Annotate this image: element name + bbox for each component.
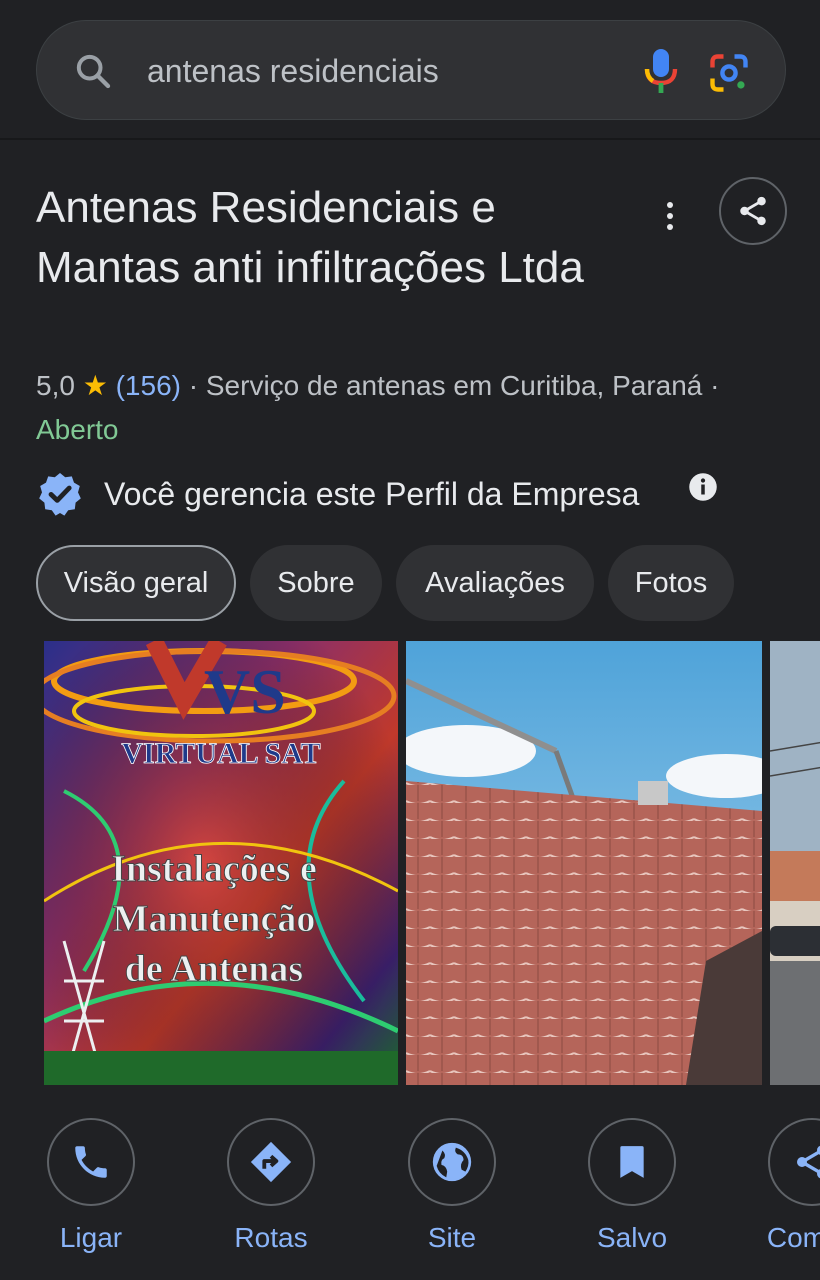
tab-about[interactable]: Sobre (250, 545, 382, 621)
mic-icon[interactable] (641, 47, 681, 95)
share-icon (740, 196, 766, 226)
website-label: Site (427, 1222, 477, 1253)
share-circle[interactable] (768, 1118, 820, 1206)
rating-line: 5,0 ★ (156) · Serviço de antenas em Curi… (36, 366, 806, 406)
share-action-button[interactable]: Compa (742, 1118, 820, 1278)
search-query[interactable]: antenas residenciais (147, 51, 439, 91)
share-button[interactable] (719, 177, 787, 245)
action-bar: Ligar Rotas Site Salvo Com (0, 1118, 820, 1280)
review-count-link[interactable]: (156) (116, 370, 181, 401)
call-circle[interactable] (47, 1118, 135, 1206)
tab-overview[interactable]: Visão geral (36, 545, 236, 621)
save-label: Salvo (596, 1222, 668, 1253)
website-button[interactable]: Site (382, 1118, 522, 1278)
more-options-icon[interactable] (656, 196, 684, 236)
banner-line-1: Instalações e (111, 848, 317, 890)
search-bar[interactable]: antenas residenciais (36, 20, 786, 120)
rating-value: 5,0 (36, 370, 75, 401)
business-title: Antenas Residenciais e Mantas anti infil… (36, 183, 584, 292)
call-label: Ligar (59, 1222, 123, 1253)
bookmark-icon (620, 1146, 644, 1178)
banner-line-2: Manutenção (113, 898, 316, 940)
info-icon[interactable] (688, 472, 718, 502)
google-lens-icon[interactable] (707, 51, 751, 95)
search-icon[interactable] (73, 51, 113, 91)
banner-line-3: de Antenas (125, 948, 303, 990)
category-location: · Serviço de antenas em Curitiba, Paraná… (188, 370, 720, 401)
photo-roof-antenna[interactable] (406, 641, 762, 1085)
photo-street[interactable] (770, 641, 820, 1085)
verified-profile-text: Você gerencia este Perfil da Empresa (104, 476, 640, 512)
photo-virtual-sat-banner[interactable]: VS VIRTUAL SAT Instalações e Manutenção … (44, 641, 398, 1085)
logo-letters: VS (204, 656, 286, 727)
save-circle[interactable] (588, 1118, 676, 1206)
website-circle[interactable] (408, 1118, 496, 1206)
verified-badge-icon (39, 473, 81, 516)
call-button[interactable]: Ligar (21, 1118, 161, 1278)
directions-label: Rotas (234, 1222, 308, 1253)
search-header: antenas residenciais (0, 0, 820, 140)
directions-button[interactable]: Rotas (201, 1118, 341, 1278)
directions-icon (250, 1141, 292, 1183)
open-status: Aberto (36, 414, 119, 445)
directions-circle[interactable] (227, 1118, 315, 1206)
brand-name: VIRTUAL SAT (121, 737, 320, 770)
tab-bar: Visão geral Sobre Avaliações Fotos (36, 545, 820, 621)
tab-reviews[interactable]: Avaliações (396, 545, 594, 621)
share-icon (797, 1145, 820, 1179)
share-label: Compa (766, 1222, 820, 1253)
tab-photos[interactable]: Fotos (608, 545, 734, 621)
globe-icon (432, 1142, 472, 1182)
phone-icon (75, 1146, 107, 1178)
save-button[interactable]: Salvo (562, 1118, 702, 1278)
photo-carousel[interactable]: VS VIRTUAL SAT Instalações e Manutenção … (44, 641, 820, 1085)
star-icon: ★ (82, 370, 108, 401)
verified-profile-row: Você gerencia este Perfil da Empresa (36, 466, 796, 522)
